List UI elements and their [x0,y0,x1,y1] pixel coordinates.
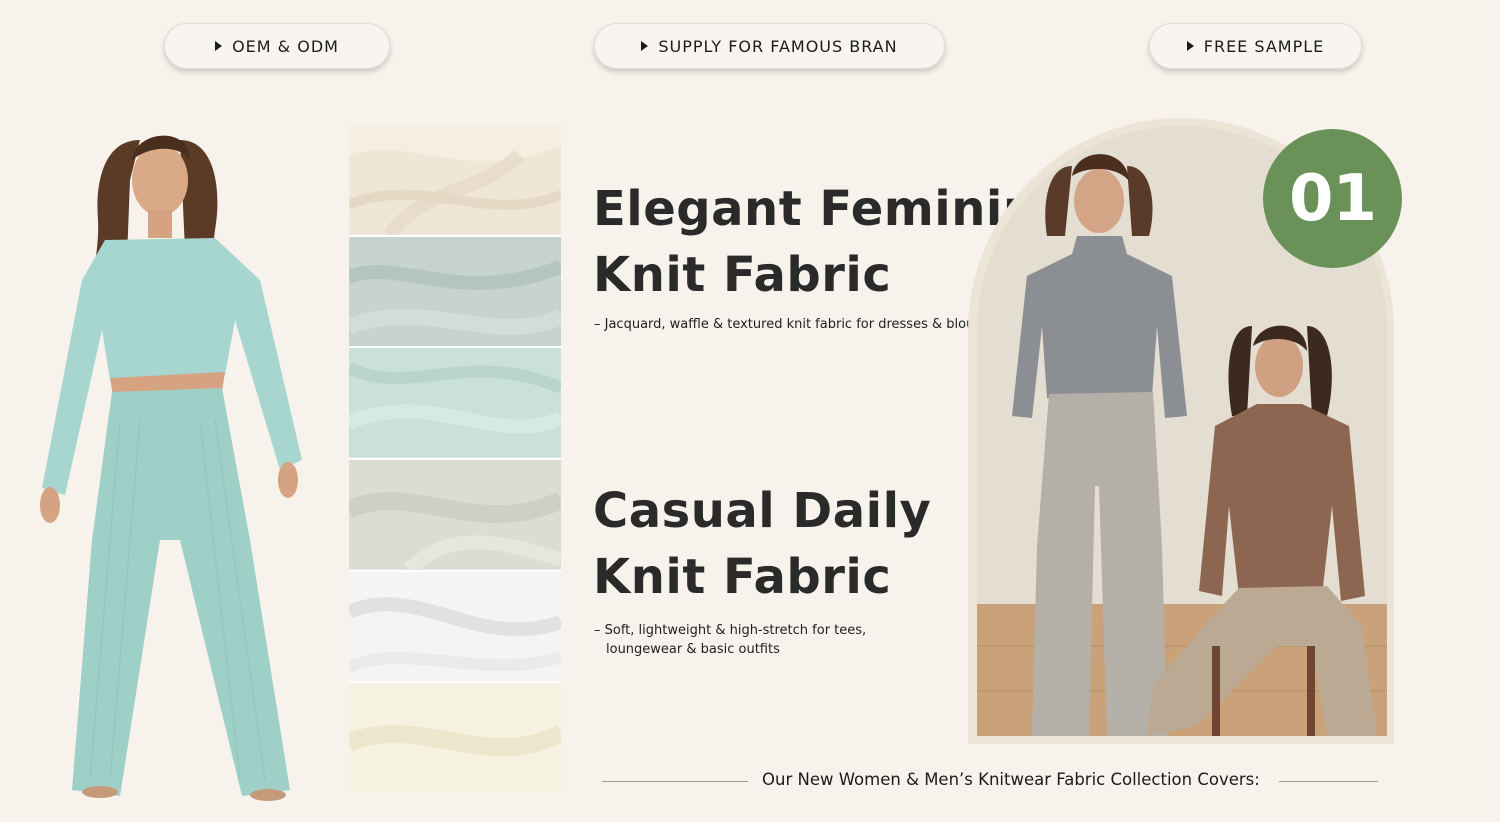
caption-divider-left [602,781,748,782]
section-2-title-line-2: Knit Fabric [593,549,892,605]
oem-odm-button[interactable]: OEM & ODM [164,23,390,69]
free-sample-button[interactable]: FREE SAMPLE [1149,23,1362,69]
play-arrow-icon [641,41,649,51]
play-arrow-icon [215,41,223,51]
swatch-greige-jersey [349,460,561,570]
play-arrow-icon [1186,41,1194,51]
section-2-description-line-1: – Soft, lightweight & high-stretch for t… [594,623,867,638]
section-2-title: Casual Daily Knit Fabric [593,478,931,610]
model-mint-knit-set-image [10,120,330,810]
swatch-ivory-jersey [349,683,561,794]
supply-famous-brand-label: SUPPLY FOR FAMOUS BRAN [658,36,898,56]
section-2-title-line-1: Casual Daily [593,483,932,539]
swatch-white-rib-knit [349,571,561,682]
fabric-swatch-column [349,125,561,794]
supply-famous-brand-button[interactable]: SUPPLY FOR FAMOUS BRAN [594,23,945,69]
section-2-description: – Soft, lightweight & high-stretch for t… [594,621,884,659]
collection-caption: Our New Women & Men’s Knitwear Fabric Co… [762,770,1260,789]
swatch-mint-rib-knit [349,348,561,459]
free-sample-label: FREE SAMPLE [1203,36,1325,56]
section-number-badge: 01 [1263,129,1402,268]
section-2-description-line-2: loungewear & basic outfits [606,642,780,657]
section-1-description: – Jacquard, waffle & textured knit fabri… [594,317,996,332]
swatch-sage-waffle-knit [349,236,561,347]
swatch-cream-rib-knit [349,125,561,235]
caption-divider-right [1279,781,1378,782]
oem-odm-label: OEM & ODM [232,36,339,56]
